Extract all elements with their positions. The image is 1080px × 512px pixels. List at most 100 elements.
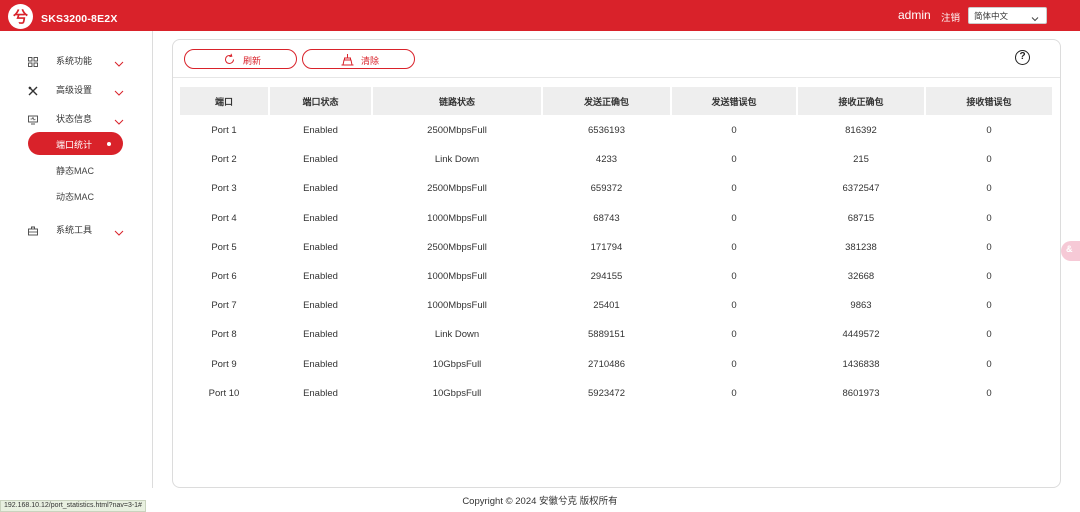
table-cell: 2500MbpsFull [427, 241, 487, 253]
refresh-icon [223, 53, 236, 71]
table-cell: 10GbpsFull [432, 358, 482, 370]
table-cell: Port 8 [211, 329, 237, 341]
column-header: 接收错误包 [926, 87, 1052, 115]
table-cell: 0 [731, 241, 737, 253]
clear-button[interactable]: 清除 [302, 49, 415, 69]
status-bar-url: 192.168.10.12/port_statistics.html?nav=3… [0, 500, 146, 512]
logo-glyph: 兮 [12, 8, 28, 26]
copyright-text: Copyright © 2024 安徽兮克 版权所有 [462, 496, 618, 507]
table-cell: 0 [986, 271, 992, 282]
table-cell: 1000MbpsFull [427, 300, 487, 312]
table-cell: 0 [731, 271, 737, 282]
table-cell: 6372547 [842, 183, 880, 195]
brand-logo: 兮 [8, 4, 33, 29]
table-cell: Enabled [303, 183, 338, 195]
table-cell: Enabled [303, 300, 338, 312]
table-cell: 0 [731, 300, 737, 312]
table-cell: 816392 [845, 125, 877, 136]
sidebar-item-label: 高级设置 [56, 85, 93, 95]
table-cell: 5923472 [588, 387, 625, 399]
table-cell: 0 [731, 387, 737, 399]
current-user-name: admin [898, 8, 931, 22]
table-cell: 2710486 [588, 358, 625, 370]
table-cell: 0 [731, 358, 737, 370]
panel-toolbar: 刷新 清除 ? [173, 40, 1060, 78]
column-header: 发送正确包 [543, 87, 670, 115]
table-cell: 0 [986, 183, 992, 195]
monitor-icon [28, 112, 38, 125]
chevron-down-icon [114, 113, 124, 131]
table-cell: 0 [986, 329, 992, 341]
sidebar-subitem-static-mac[interactable]: 静态MAC [56, 164, 94, 177]
table-cell: 0 [986, 154, 992, 166]
sidebar-item-system-functions[interactable]: 系统功能 [0, 49, 153, 71]
language-select[interactable]: 简体中文 [968, 7, 1047, 24]
sidebar-item-advanced-settings[interactable]: 高级设置 [0, 78, 153, 100]
table-cell: 9863 [850, 300, 872, 312]
table-cell: 171794 [590, 241, 623, 253]
sidebar-subitem-dynamic-mac[interactable]: 动态MAC [56, 190, 94, 203]
sidebar-subitem-port-statistics[interactable]: 端口统计 [28, 132, 123, 155]
floating-tab-glyph: & [1066, 244, 1073, 254]
product-model-title: SKS3200-8E2X [41, 13, 118, 25]
copyright-footer: Copyright © 2024 安徽兮克 版权所有 [0, 493, 1080, 507]
table-cell: 5889151 [588, 329, 625, 341]
table-cell: Enabled [303, 125, 338, 136]
sidebar-item-status-info[interactable]: 状态信息 [0, 107, 153, 129]
table-cell: 10GbpsFull [432, 387, 482, 399]
table-cell: 4233 [595, 154, 618, 166]
table-cell: 0 [731, 329, 737, 341]
table-cell: Enabled [303, 271, 338, 282]
table-cell: Link Down [434, 154, 480, 166]
table-cell: Enabled [303, 212, 338, 224]
chevron-down-icon [114, 55, 124, 73]
table-cell: 0 [986, 212, 992, 224]
column-header: 端口 [180, 87, 268, 115]
chevron-down-icon [1031, 10, 1039, 28]
chevron-down-icon [114, 224, 124, 242]
refresh-button-label: 刷新 [243, 56, 262, 66]
table-cell: 1000MbpsFull [427, 212, 487, 224]
logout-link[interactable]: 注销 [941, 10, 960, 24]
table-cell: Port 4 [211, 212, 237, 224]
table-cell: Port 1 [211, 125, 237, 136]
sidebar-item-label: 系统功能 [56, 56, 93, 66]
table-cell: Enabled [303, 154, 338, 166]
floating-side-tab[interactable]: & [1061, 241, 1080, 261]
help-icon[interactable]: ? [1015, 50, 1030, 65]
top-header-bar: 兮 SKS3200-8E2X admin 注销 简体中文 [0, 0, 1080, 31]
table-cell: 8601973 [842, 387, 880, 399]
language-select-value: 简体中文 [974, 11, 1009, 21]
sidebar-item-label: 系统工具 [56, 225, 93, 235]
table-cell: Link Down [434, 329, 480, 341]
table-cell: 6536193 [588, 125, 625, 136]
table-cell: 4449572 [842, 329, 880, 341]
table-cell: 1000MbpsFull [427, 271, 487, 282]
table-cell: 1436838 [842, 358, 880, 370]
column-header: 发送错误包 [672, 87, 796, 115]
table-cell: Enabled [303, 329, 338, 341]
table-cell: 659372 [590, 183, 623, 195]
table-cell: Enabled [303, 358, 338, 370]
tools-icon [28, 83, 38, 96]
table-cell: 2500MbpsFull [427, 125, 487, 136]
table-cell: 0 [731, 183, 737, 195]
table-cell: Port 6 [211, 271, 237, 282]
sidebar-subitem-label: 端口统计 [56, 140, 93, 150]
active-dot-icon [107, 142, 111, 146]
table-cell: 0 [731, 125, 737, 136]
broom-icon [341, 53, 354, 71]
table-cell: Enabled [303, 387, 338, 399]
table-cell: Port 7 [211, 300, 237, 312]
table-cell: 2500MbpsFull [427, 183, 487, 195]
refresh-button[interactable]: 刷新 [184, 49, 297, 69]
table-cell: Port 9 [211, 358, 237, 370]
table-cell: 25401 [593, 300, 620, 312]
sidebar-item-system-tools[interactable]: 系统工具 [0, 218, 153, 240]
table-cell: 0 [986, 241, 992, 253]
toolbox-icon [28, 223, 38, 236]
table-cell: 381238 [845, 241, 877, 253]
table-cell: Enabled [303, 241, 338, 253]
table-cell: 68715 [847, 212, 875, 224]
table-cell: 0 [731, 154, 737, 166]
